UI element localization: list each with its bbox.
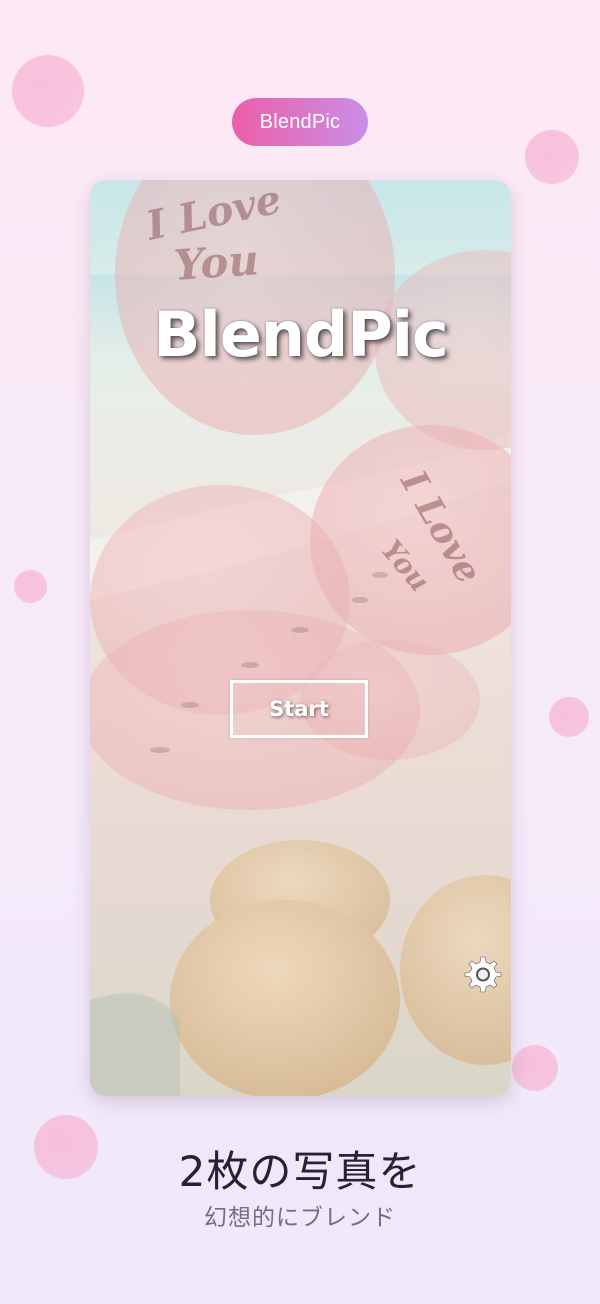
app-name-badge: BlendPic xyxy=(232,98,368,146)
decorative-bubble xyxy=(525,130,579,184)
svg-text:You: You xyxy=(172,235,260,290)
gear-icon[interactable] xyxy=(462,954,502,994)
decorative-bubble xyxy=(512,1045,558,1091)
start-button[interactable]: Start xyxy=(230,680,368,738)
headline: 2枚の写真を xyxy=(178,1147,422,1196)
decorative-bubble xyxy=(549,697,589,737)
start-button-label: Start xyxy=(269,697,329,721)
subheadline: 幻想的にブレンド xyxy=(204,1205,396,1231)
decorative-bubble xyxy=(12,55,84,127)
app-screenshot-frame: I Love You I Love You BlendPic Start xyxy=(90,180,511,1096)
app-title: BlendPic xyxy=(153,298,449,371)
decorative-bubble xyxy=(14,570,47,603)
app-name-badge-label: BlendPic xyxy=(259,110,341,133)
